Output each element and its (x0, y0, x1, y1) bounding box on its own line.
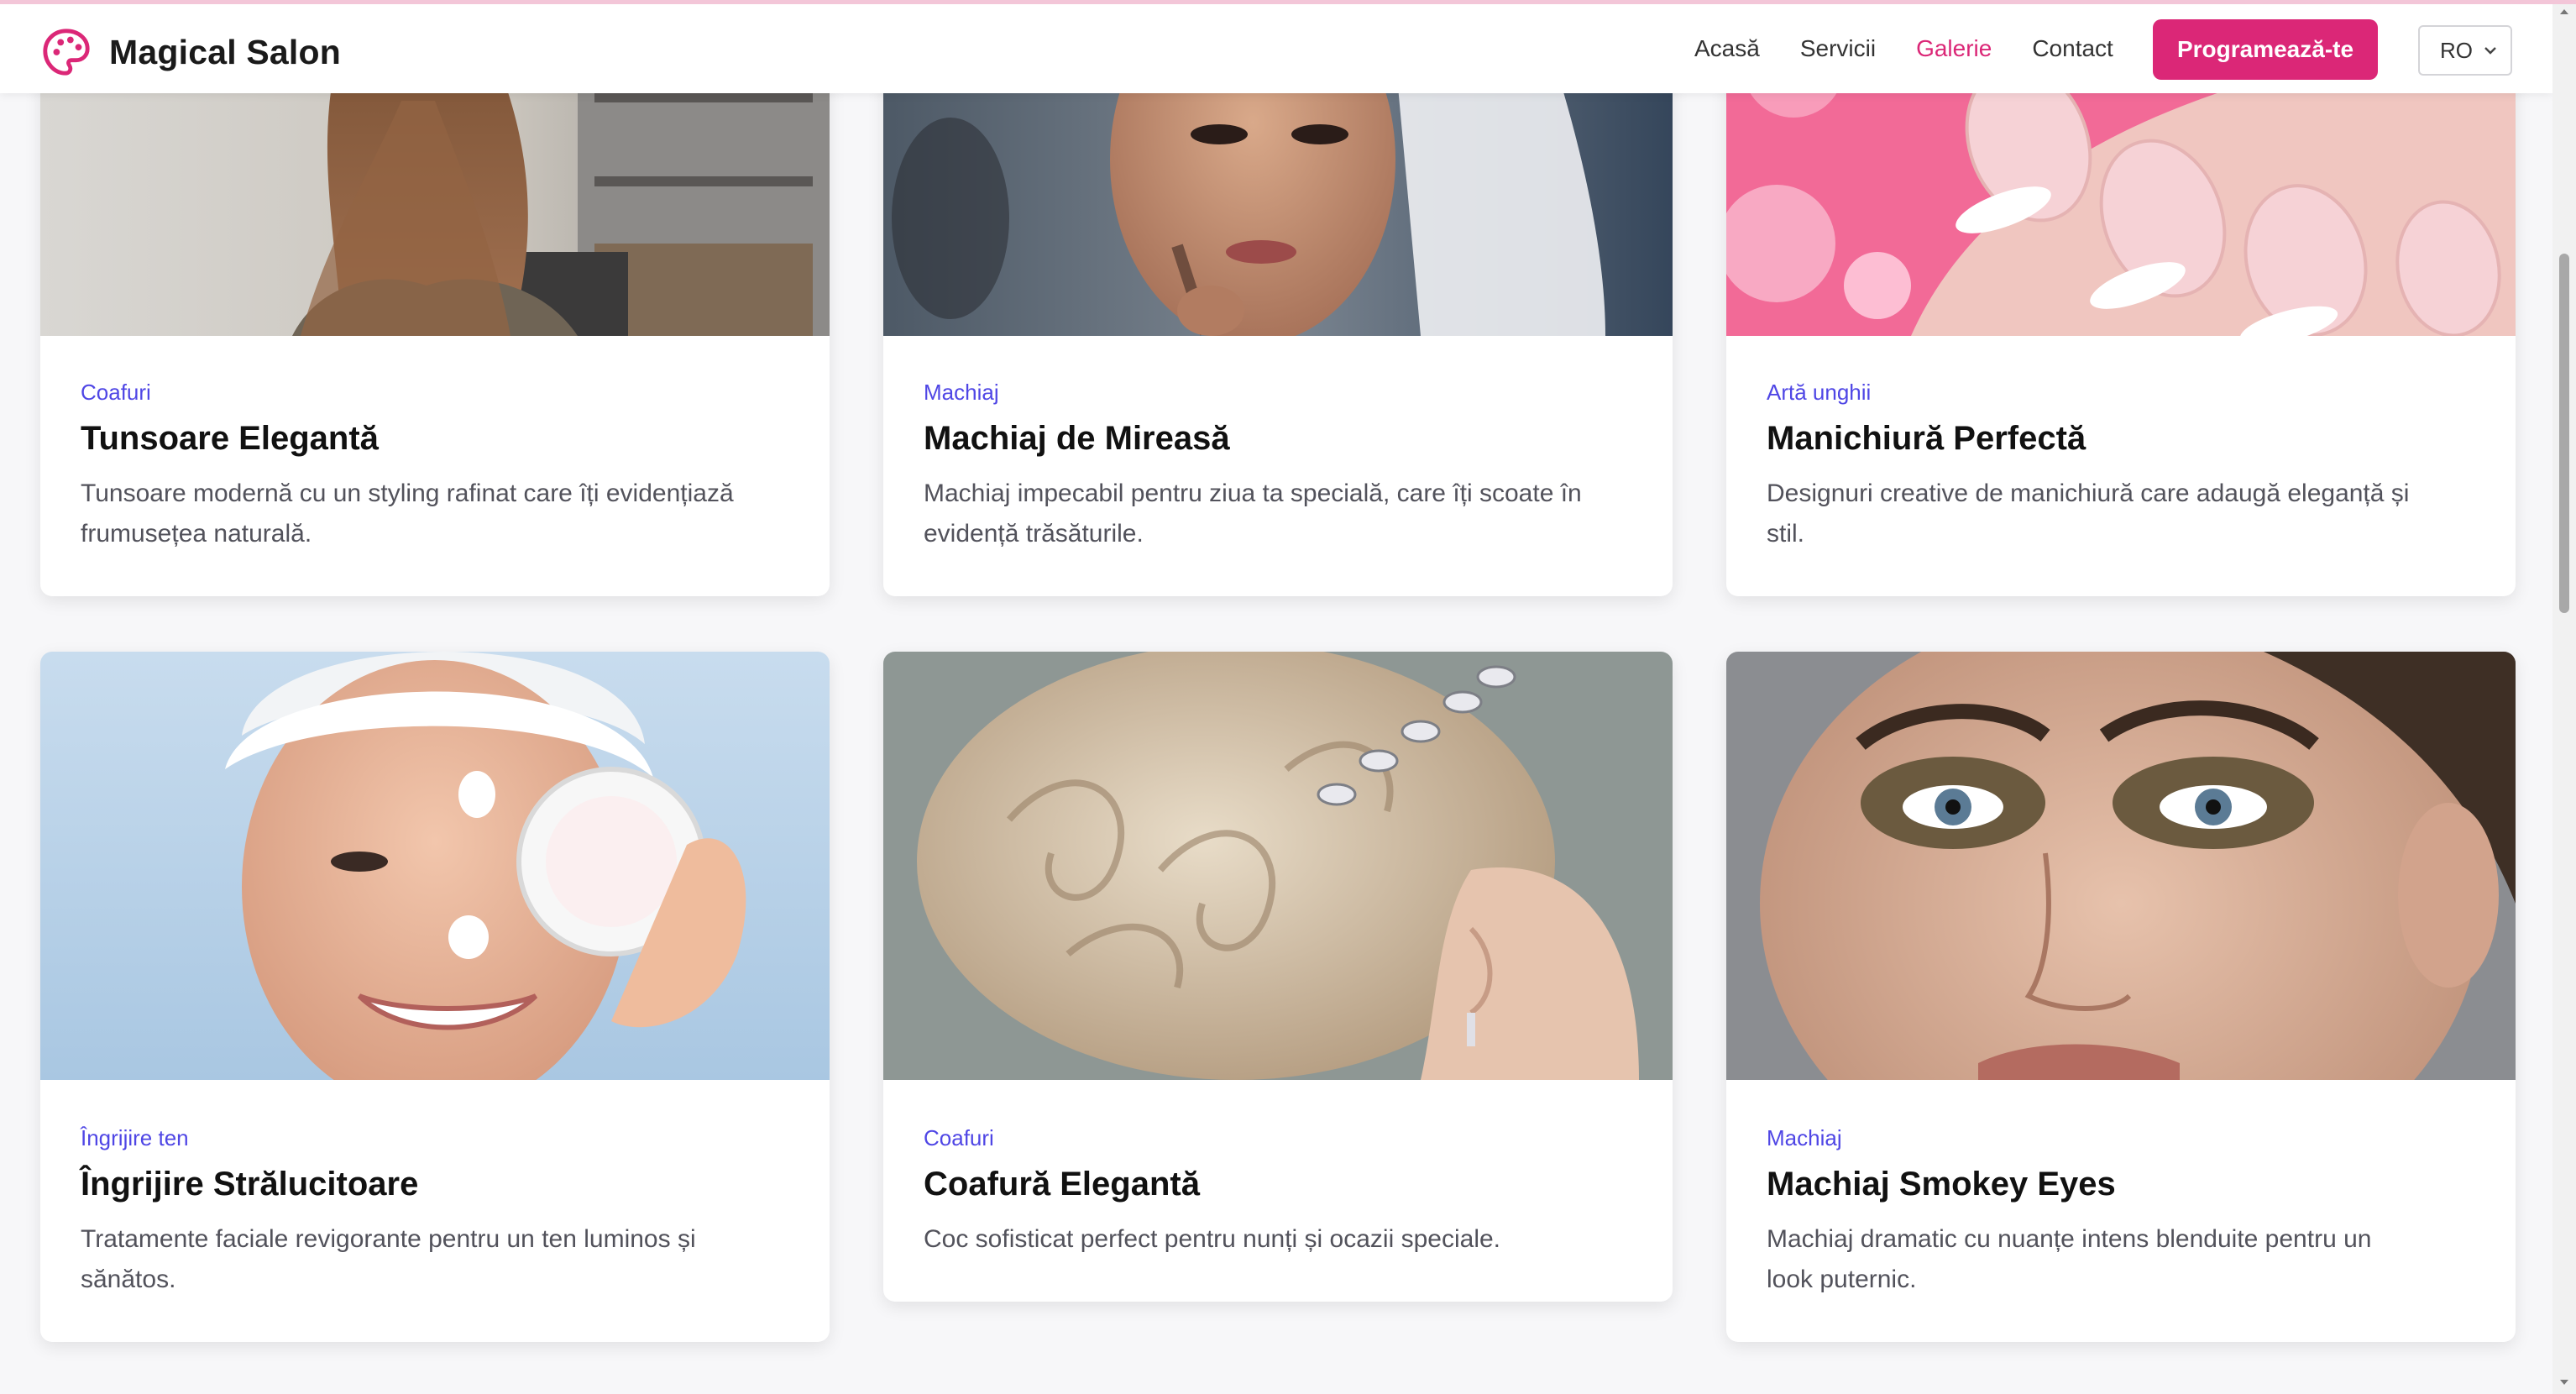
main-nav: Acasă Servicii Galerie Contact (1694, 4, 2154, 93)
chevron-down-icon (2484, 47, 2496, 55)
gallery-card[interactable]: Coafuri Coafură Elegantă Coc sofisticat … (883, 652, 1673, 1302)
page: Coafuri Tunsoare Elegantă Tunsoare moder… (0, 0, 2576, 1394)
card-category: Machiaj (1767, 1125, 1842, 1150)
card-title: Manichiură Perfectă (1767, 420, 2086, 457)
card-title: Îngrijire Strălucitoare (81, 1166, 419, 1203)
card-description-line: Machiaj impecabil pentru ziua ta special… (924, 480, 1582, 507)
nav-link-galerie[interactable]: Galerie (1916, 35, 1992, 62)
language-select[interactable]: RO (2418, 25, 2512, 76)
card-title: Machiaj Smokey Eyes (1767, 1166, 2116, 1203)
brand-logo[interactable]: Magical Salon (40, 26, 341, 78)
card-description-line: Designuri creative de manichiură care ad… (1767, 480, 2410, 507)
card-category: Îngrijire ten (81, 1125, 189, 1150)
brand-name: Magical Salon (109, 32, 342, 71)
site-header: Magical Salon Acasă Servicii Galerie Con… (0, 4, 2552, 93)
card-category: Coafuri (81, 380, 151, 405)
card-category: Machiaj (924, 380, 999, 405)
gallery-card[interactable]: Îngrijire ten Îngrijire Strălucitoare Tr… (40, 652, 830, 1342)
scroll-up-arrow-icon[interactable] (2558, 5, 2571, 18)
card-description-line: frumusețea naturală. (81, 520, 312, 548)
card-description-line: Machiaj dramatic cu nuanțe intens blendu… (1767, 1225, 2372, 1253)
gallery-image-skincare (40, 652, 830, 1080)
card-description-line: evidență trăsăturile. (924, 520, 1144, 548)
card-description-line: look puternic. (1767, 1266, 1917, 1293)
card-title: Tunsoare Elegantă (81, 420, 379, 457)
nav-link-contact[interactable]: Contact (2032, 35, 2113, 62)
gallery-image-smokey-eyes (1726, 652, 2516, 1080)
card-description-line: stil. (1767, 520, 1804, 548)
palette-icon (43, 29, 90, 76)
gallery-image-updo (883, 652, 1673, 1080)
scrollbar-thumb[interactable] (2559, 254, 2569, 613)
gallery-card[interactable]: Machiaj Machiaj Smokey Eyes Machiaj dram… (1726, 652, 2516, 1342)
top-accent-bar (0, 0, 2576, 4)
scroll-down-arrow-icon[interactable] (2558, 1376, 2571, 1389)
nav-link-acasa[interactable]: Acasă (1694, 35, 1760, 62)
card-description-line: Tunsoare modernă cu un styling rafinat c… (81, 480, 734, 507)
language-value: RO (2440, 37, 2473, 63)
book-appointment-button[interactable]: Programează-te (2153, 19, 2378, 80)
nav-link-servicii[interactable]: Servicii (1800, 35, 1876, 62)
card-title: Machiaj de Mireasă (924, 420, 1230, 457)
page-scrollbar[interactable] (2552, 0, 2576, 1394)
card-title: Coafură Elegantă (924, 1166, 1200, 1203)
card-category: Coafuri (924, 1125, 994, 1150)
card-description-line: Tratamente faciale revigorante pentru un… (81, 1225, 696, 1253)
card-description-line: Coc sofisticat perfect pentru nunți și o… (924, 1225, 1500, 1253)
card-category: Artă unghii (1767, 380, 1872, 405)
card-description-line: sănătos. (81, 1266, 176, 1293)
